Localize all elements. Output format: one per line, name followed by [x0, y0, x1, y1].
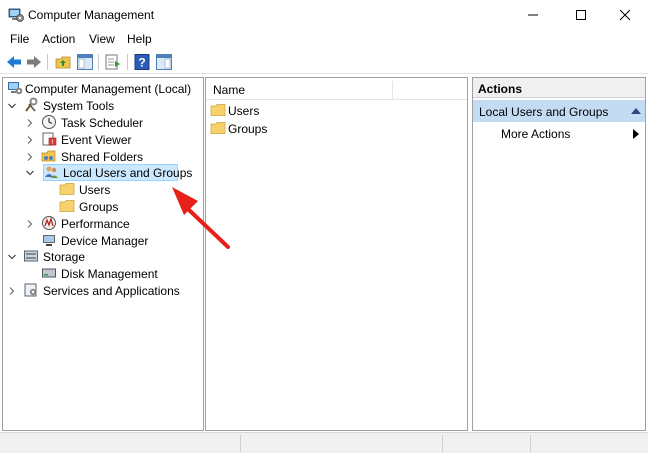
list-item-label: Groups — [228, 122, 268, 136]
annotation-arrow — [172, 187, 230, 249]
tree-item-label: Disk Management — [61, 267, 158, 281]
chevron-right-icon[interactable] — [25, 135, 35, 145]
tree-item-label: Storage — [43, 250, 86, 264]
menu-action[interactable]: Action — [42, 32, 75, 46]
column-divider[interactable] — [392, 81, 393, 99]
tree-item-label: Computer Management (Local) — [25, 82, 192, 96]
computer-management-icon — [8, 8, 24, 22]
column-header-row: Name — [206, 78, 467, 100]
chevron-right-icon[interactable] — [25, 118, 35, 128]
tree-item-label: Event Viewer — [61, 133, 132, 147]
svg-text:?: ? — [138, 56, 145, 70]
tree-item-label: Task Scheduler — [61, 116, 144, 130]
tree-item-label: Services and Applications — [43, 284, 180, 298]
event-viewer-icon: ! — [42, 132, 57, 146]
menu-help[interactable]: Help — [127, 32, 152, 46]
chevron-right-icon[interactable] — [25, 219, 35, 229]
show-hide-action-pane-icon[interactable] — [155, 53, 173, 71]
column-header-name[interactable]: Name — [213, 83, 245, 97]
close-button[interactable] — [602, 0, 648, 30]
tree-item-shared-folders[interactable]: Shared Folders — [3, 148, 203, 165]
results-pane: Name Users Groups — [205, 77, 468, 431]
tree-item-disk-management[interactable]: Disk Management — [3, 265, 203, 282]
folder-icon — [59, 200, 75, 212]
minimize-icon — [528, 14, 538, 16]
chevron-right-icon[interactable] — [7, 286, 17, 296]
actions-header: Actions — [473, 78, 645, 98]
tree-item-label: System Tools — [43, 99, 115, 113]
tree-item-services-and-applications[interactable]: Services and Applications — [3, 282, 203, 299]
export-list-icon[interactable] — [104, 53, 122, 71]
maximize-button[interactable] — [558, 0, 604, 30]
tree-item-event-viewer[interactable]: ! Event Viewer — [3, 131, 203, 148]
list-item[interactable]: Groups — [210, 120, 390, 137]
maximize-icon — [576, 10, 586, 20]
menu-file[interactable]: File — [10, 32, 29, 46]
window-title: Computer Management — [28, 8, 155, 22]
tree-item-system-tools[interactable]: System Tools — [3, 97, 203, 114]
folder-icon — [59, 183, 75, 195]
list-item-label: Users — [228, 104, 260, 118]
minimize-button[interactable] — [510, 0, 556, 30]
users-and-groups-icon — [45, 166, 58, 178]
tree-item-task-scheduler[interactable]: Task Scheduler — [3, 114, 203, 131]
tree-item-computer-management[interactable]: Computer Management (Local) — [3, 80, 203, 97]
tree-item-label: Users — [79, 183, 111, 197]
device-manager-icon — [43, 235, 55, 246]
folder-icon — [210, 122, 226, 134]
status-divider — [530, 435, 531, 452]
system-tools-icon — [25, 97, 38, 112]
forward-icon[interactable] — [25, 53, 43, 71]
status-divider — [442, 435, 443, 452]
help-icon[interactable]: ? — [133, 53, 151, 71]
status-divider — [240, 435, 241, 452]
actions-section-local-users-and-groups[interactable]: Local Users and Groups — [473, 100, 645, 122]
menu-view[interactable]: View — [89, 32, 115, 46]
clock-icon — [42, 115, 56, 129]
disk-icon — [42, 268, 56, 278]
list-item[interactable]: Users — [210, 102, 390, 119]
performance-icon — [42, 216, 56, 230]
status-bar — [0, 432, 648, 453]
collapse-up-icon[interactable] — [631, 107, 641, 115]
actions-pane: Actions Local Users and Groups More Acti… — [472, 77, 646, 431]
more-actions-item[interactable]: More Actions — [501, 127, 570, 141]
tree-item-label: Groups — [79, 200, 119, 214]
services-icon — [24, 283, 37, 297]
menu-bar: File Action View Help — [0, 30, 648, 50]
chevron-down-icon[interactable] — [7, 252, 17, 262]
more-actions-label: More Actions — [501, 127, 571, 141]
storage-icon — [24, 250, 38, 262]
toolbar: ? — [0, 50, 648, 74]
actions-section-label: Local Users and Groups — [479, 105, 609, 119]
computer-management-icon — [8, 82, 23, 95]
tree-item-label: Shared Folders — [61, 150, 144, 164]
chevron-down-icon[interactable] — [25, 168, 35, 178]
title-bar: Computer Management — [0, 0, 648, 30]
submenu-arrow-icon — [633, 129, 639, 139]
chevron-right-icon[interactable] — [25, 152, 35, 162]
tree-item-label: Device Manager — [61, 234, 149, 248]
shared-folder-icon — [41, 150, 56, 162]
back-icon[interactable] — [5, 53, 23, 71]
tree-item-label: Performance — [61, 217, 130, 231]
show-hide-console-tree-icon[interactable] — [76, 53, 94, 71]
folder-icon — [210, 104, 226, 116]
close-icon — [619, 9, 631, 21]
chevron-down-icon[interactable] — [7, 101, 17, 111]
up-one-level-icon[interactable] — [54, 53, 72, 71]
